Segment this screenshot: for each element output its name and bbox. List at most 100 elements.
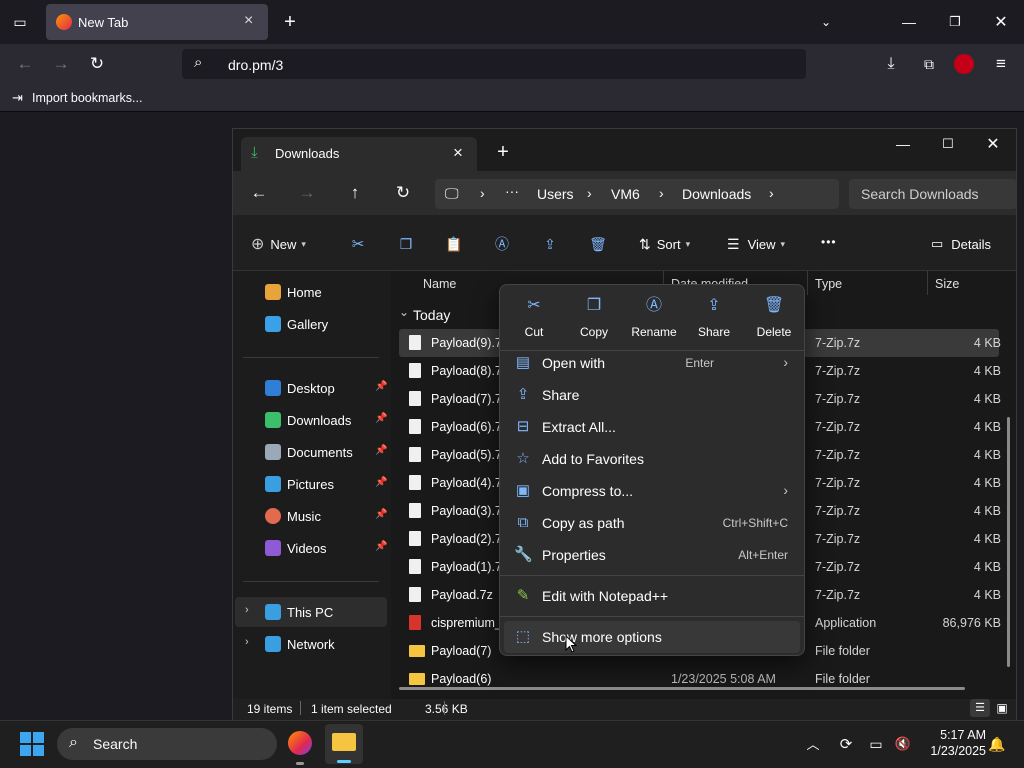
wrench-icon: 🔧	[514, 546, 533, 563]
view-button[interactable]: ☰ View ▾	[727, 233, 785, 255]
file-type: 7-Zip.7z	[815, 392, 861, 406]
back-icon[interactable]: ←	[247, 181, 271, 205]
tab-close-icon[interactable]: ×	[453, 143, 463, 163]
delete-icon[interactable]: 🗑	[587, 233, 609, 255]
column-type[interactable]: Type	[815, 277, 842, 291]
ctx-edit-notepadpp[interactable]: ✎ Edit with Notepad++	[504, 580, 800, 612]
restore-icon[interactable]: ❐	[944, 11, 966, 33]
share-icon[interactable]: ⇪	[539, 233, 561, 255]
reload-icon[interactable]: ↻	[86, 53, 108, 75]
chevron-right-icon: ›	[480, 185, 485, 201]
new-tab-icon[interactable]: +	[279, 11, 301, 33]
ctx-delete-button[interactable]: 🗑 Delete	[744, 295, 804, 347]
column-size[interactable]: Size	[935, 277, 959, 291]
menu-icon[interactable]: ≡	[990, 53, 1012, 75]
details-view-icon[interactable]: ☰	[970, 699, 990, 717]
refresh-icon[interactable]: ↻	[391, 181, 415, 205]
chevron-down-icon[interactable]: ⌄	[399, 305, 409, 319]
vertical-scrollbar[interactable]	[1007, 417, 1010, 667]
file-size: 4 KB	[973, 560, 1001, 574]
tiles-view-icon[interactable]: ▣	[993, 699, 1011, 717]
minimize-icon[interactable]: —	[891, 133, 915, 155]
more-path-icon[interactable]: ···	[505, 183, 519, 199]
minimize-icon[interactable]: —	[898, 11, 920, 33]
ctx-share-button[interactable]: ⇪ Share	[684, 295, 744, 347]
group-header[interactable]: Today	[413, 307, 450, 323]
cut-icon[interactable]: ✂	[347, 233, 369, 255]
nav-item-videos[interactable]: Videos 📌	[233, 533, 389, 563]
browser-tab[interactable]: New Tab ×	[46, 4, 268, 40]
window-close-icon[interactable]: ✕	[981, 133, 1005, 155]
windows-start-icon[interactable]	[20, 732, 44, 756]
ctx-compress[interactable]: ▣ Compress to... ›	[504, 475, 800, 507]
up-icon[interactable]: ↑	[343, 181, 367, 205]
back-icon[interactable]: ←	[14, 53, 36, 75]
clock-date[interactable]: 1/23/2025	[920, 744, 986, 758]
display-icon[interactable]: ▭	[866, 734, 886, 754]
sort-button[interactable]: ⇅ Sort ▾	[639, 233, 690, 255]
clock-time[interactable]: 5:17 AM	[932, 728, 986, 742]
nav-item-pictures[interactable]: Pictures 📌	[233, 469, 389, 499]
rename-icon[interactable]: Ⓐ	[491, 233, 513, 255]
bookmark-import[interactable]: Import bookmarks...	[32, 91, 142, 105]
more-options-icon[interactable]: •••	[821, 235, 837, 249]
nav-item-home[interactable]: Home	[233, 277, 389, 307]
nav-item-desktop[interactable]: Desktop 📌	[233, 373, 389, 403]
copy-icon[interactable]: ❐	[395, 233, 417, 255]
nav-item-network[interactable]: › Network	[233, 629, 389, 659]
ctx-properties[interactable]: 🔧 Properties Alt+Enter	[504, 539, 800, 571]
ctx-share[interactable]: ⇪ Share	[504, 379, 800, 411]
ctx-add-favorites[interactable]: ☆ Add to Favorites	[504, 443, 800, 475]
breadcrumb[interactable]: 🖵 › ··· Users › VM6 › Downloads ›	[435, 179, 839, 209]
ctx-rename-button[interactable]: Ⓐ Rename	[624, 295, 684, 347]
column-name[interactable]: Name	[423, 277, 456, 291]
ctx-cut-button[interactable]: ✂ Cut	[504, 295, 564, 347]
divider	[500, 616, 804, 617]
tab-close-icon[interactable]: ×	[244, 12, 253, 30]
nav-item-gallery[interactable]: Gallery	[233, 309, 389, 339]
search-downloads-input[interactable]: Search Downloads	[849, 179, 1017, 209]
horizontal-scrollbar[interactable]	[399, 687, 965, 690]
tab-manager-icon[interactable]: ▭	[10, 12, 30, 32]
file-explorer-taskbar-button[interactable]	[325, 724, 363, 764]
url-text[interactable]: dro.pm/3	[228, 57, 283, 73]
documents-icon	[265, 444, 281, 460]
forward-icon[interactable]: →	[295, 181, 319, 205]
file-type: 7-Zip.7z	[815, 420, 861, 434]
paste-icon[interactable]: 📋	[443, 233, 465, 255]
selected-size: 3.56 KB	[425, 702, 468, 716]
list-tabs-chevron-icon[interactable]: ⌄	[815, 11, 837, 33]
sync-icon[interactable]: ⟳	[836, 734, 856, 754]
show-more-icon: ⬚	[515, 628, 531, 645]
volume-muted-icon[interactable]: 🔇	[893, 734, 913, 754]
ctx-extract-all[interactable]: ⊟ Extract All...	[504, 411, 800, 443]
breadcrumb-vm6[interactable]: VM6	[611, 186, 640, 202]
nav-item-music[interactable]: Music 📌	[233, 501, 389, 531]
new-tab-icon[interactable]: +	[493, 141, 513, 163]
maximize-icon[interactable]: ☐	[936, 133, 960, 155]
forward-icon[interactable]: →	[50, 53, 72, 75]
plus-circle-icon: ⊕	[251, 236, 265, 253]
ublock-icon[interactable]	[954, 54, 974, 74]
nav-item-documents[interactable]: Documents 📌	[233, 437, 389, 467]
ctx-show-more-options[interactable]: ⬚ Show more options	[504, 621, 800, 653]
breadcrumb-users[interactable]: Users	[537, 186, 574, 202]
downloads-icon[interactable]: ⤓	[880, 53, 902, 75]
details-button[interactable]: ▭ Details	[931, 233, 991, 255]
explorer-tab[interactable]: ⤓ Downloads ×	[241, 137, 477, 171]
extensions-icon[interactable]: ⧉	[918, 53, 940, 75]
ctx-copy-path[interactable]: ⧉ Copy as path Ctrl+Shift+C	[504, 507, 800, 539]
new-button[interactable]: ⊕ New ▾	[251, 233, 306, 255]
chevron-up-icon[interactable]: ︿	[804, 734, 822, 752]
downloads-icon	[265, 412, 281, 428]
ctx-open-with[interactable]: ▤ Open with Enter ›	[504, 347, 800, 379]
url-bar[interactable]: ⌕ dro.pm/3	[182, 49, 806, 79]
breadcrumb-downloads[interactable]: Downloads	[682, 186, 751, 202]
taskbar-search[interactable]: ⌕ Search	[57, 728, 277, 760]
nav-item-this-pc[interactable]: › This PC	[235, 597, 387, 627]
notification-bell-icon[interactable]: 🔔	[988, 734, 1006, 754]
window-close-icon[interactable]: ✕	[990, 11, 1012, 33]
firefox-taskbar-icon[interactable]	[288, 731, 312, 755]
ctx-copy-button[interactable]: ❐ Copy	[564, 295, 624, 347]
nav-item-downloads[interactable]: Downloads 📌	[233, 405, 389, 435]
